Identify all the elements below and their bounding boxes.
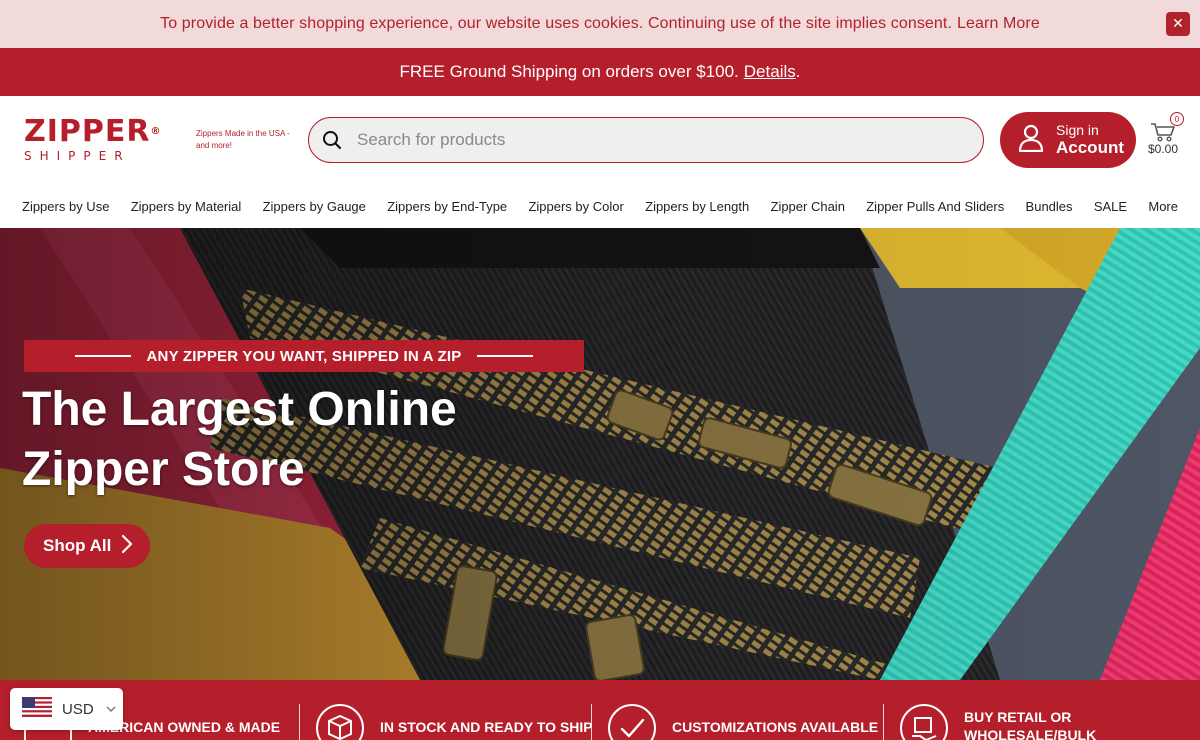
cart-count-badge: 0 <box>1170 112 1184 126</box>
account-sign-in-text: Sign in <box>1056 122 1099 138</box>
feature-label: CUSTOMIZATIONS AVAILABLE <box>672 719 879 735</box>
nav-sale[interactable]: SALE <box>1094 199 1127 214</box>
account-text: Account <box>1056 138 1124 157</box>
chevron-down-icon <box>106 703 116 716</box>
shipping-banner: FREE Ground Shipping on orders over $100… <box>0 48 1200 96</box>
us-flag-icon <box>22 697 52 721</box>
search-input[interactable] <box>357 130 917 150</box>
hero-tagline-banner: ANY ZIPPER YOU WANT, SHIPPED IN A ZIP <box>24 340 584 372</box>
currency-selector[interactable]: USD <box>10 688 123 730</box>
checkmark-icon <box>608 704 656 740</box>
feature-label: IN STOCK AND READY TO SHIP <box>380 719 593 735</box>
box-hand-icon <box>900 704 948 740</box>
hero-title: The Largest Online Zipper Store <box>22 383 457 496</box>
nav-zipper-chain[interactable]: Zipper Chain <box>771 199 845 214</box>
nav-zippers-by-gauge[interactable]: Zippers by Gauge <box>263 199 366 214</box>
feature-in-stock: IN STOCK AND READY TO SHIP <box>316 680 593 740</box>
logo-top-text: ZIPPER <box>24 114 151 149</box>
cookie-message-text: To provide a better shopping experience,… <box>160 15 953 32</box>
cookie-learn-more-link[interactable]: Learn More <box>957 15 1040 32</box>
shipping-suffix: . <box>795 62 801 81</box>
nav-zipper-pulls-and-sliders[interactable]: Zipper Pulls And Sliders <box>866 199 1004 214</box>
package-icon <box>316 704 364 740</box>
cart-total: $0.00 <box>1148 142 1179 156</box>
nav-zippers-by-length[interactable]: Zippers by Length <box>645 199 749 214</box>
feature-retail-wholesale: BUY RETAIL OR WHOLESALE/BULK <box>900 680 1190 740</box>
banner-line-right <box>477 355 534 357</box>
cookie-close-button[interactable]: ✕ <box>1166 12 1190 36</box>
shipping-message: FREE Ground Shipping on orders over $100… <box>399 62 739 81</box>
site-logo[interactable]: ZIPPER® SHIPPER <box>24 116 164 164</box>
site-header: ZIPPER® SHIPPER Zippers Made in the USA … <box>0 96 1200 184</box>
nav-zippers-by-material[interactable]: Zippers by Material <box>131 199 242 214</box>
nav-zippers-by-color[interactable]: Zippers by Color <box>528 199 623 214</box>
logo-registered-mark: ® <box>150 126 162 137</box>
nav-zippers-by-use[interactable]: Zippers by Use <box>22 199 109 214</box>
cart-button[interactable]: 0 $0.00 <box>1148 112 1192 172</box>
cookie-message: To provide a better shopping experience,… <box>160 15 1040 33</box>
feature-divider <box>591 704 592 740</box>
shop-all-button[interactable]: Shop All <box>24 524 150 568</box>
shop-all-label: Shop All <box>43 536 112 555</box>
search-icon[interactable] <box>321 129 343 151</box>
account-label: Sign in Account <box>1056 122 1124 158</box>
banner-line-left <box>74 355 131 357</box>
feature-label: BUY RETAIL OR WHOLESALE/BULK <box>964 709 1097 740</box>
user-icon <box>1018 124 1044 156</box>
nav-bundles[interactable]: Bundles <box>1026 199 1073 214</box>
logo-wordmark-bottom: SHIPPER <box>24 149 131 163</box>
main-nav: Zippers by Use Zippers by Material Zippe… <box>0 184 1200 228</box>
close-icon: ✕ <box>1172 16 1184 32</box>
shipping-details-link[interactable]: Details <box>744 62 796 82</box>
hero-section: ANY ZIPPER YOU WANT, SHIPPED IN A ZIP Th… <box>0 228 1200 680</box>
sign-in-account-button[interactable]: Sign in Account <box>1000 112 1136 168</box>
nav-more[interactable]: More <box>1148 199 1178 214</box>
chevron-right-icon <box>121 534 133 559</box>
search-bar[interactable] <box>308 117 984 163</box>
cookie-banner: To provide a better shopping experience,… <box>0 0 1200 48</box>
logo-tagline: Zippers Made in the USA - and more! <box>196 129 290 150</box>
feature-divider <box>883 704 884 740</box>
feature-strip: AMERICAN OWNED & MADE IN STOCK AND READY… <box>0 680 1200 740</box>
nav-zippers-by-end-type[interactable]: Zippers by End-Type <box>387 199 507 214</box>
feature-customizations: CUSTOMIZATIONS AVAILABLE <box>608 680 878 740</box>
feature-divider <box>299 704 300 740</box>
currency-code: USD <box>62 700 94 718</box>
hero-tagline: ANY ZIPPER YOU WANT, SHIPPED IN A ZIP <box>146 347 462 365</box>
logo-wordmark-top: ZIPPER® <box>24 117 164 147</box>
